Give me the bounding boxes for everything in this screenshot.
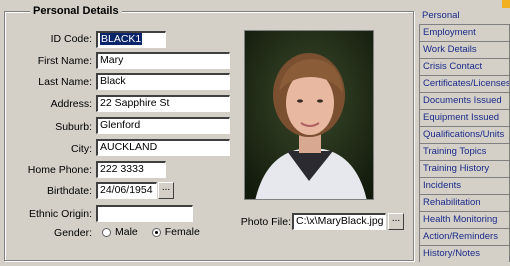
ethnic-origin-label: Ethnic Origin: — [28, 208, 92, 220]
gender-male-radio[interactable]: Male — [102, 226, 138, 238]
employee-photo — [244, 30, 374, 200]
tab-history-notes[interactable]: History/Notes — [419, 245, 510, 262]
tab-personal[interactable]: Personal — [419, 8, 510, 24]
tab-qualifications-units[interactable]: Qualifications/Units — [419, 126, 510, 143]
home-phone-label: Home Phone: — [27, 164, 92, 176]
first-name-field[interactable]: Mary — [96, 52, 230, 69]
radio-on-icon — [151, 227, 161, 237]
tab-documents-issued[interactable]: Documents Issued — [419, 92, 510, 109]
ethnic-origin-field[interactable] — [96, 205, 193, 222]
first-name-label: First Name: — [37, 55, 92, 67]
tab-incidents[interactable]: Incidents — [419, 177, 510, 194]
tab-certificates-licenses[interactable]: Certificates/Licenses — [419, 75, 510, 92]
tab-employment[interactable]: Employment — [419, 24, 510, 41]
photo-browse-button[interactable]: ... — [388, 213, 404, 230]
birthdate-picker-button[interactable]: ... — [158, 182, 174, 199]
portrait-image — [245, 31, 373, 199]
id-code-field[interactable]: BLACK1 — [96, 31, 166, 48]
tab-training-topics[interactable]: Training Topics — [419, 143, 510, 160]
tab-training-history[interactable]: Training History — [419, 160, 510, 177]
photo-file-field[interactable]: C:\x\MaryBlack.jpg — [292, 213, 386, 230]
gender-label: Gender: — [54, 227, 92, 239]
suburb-field[interactable]: Glenford — [96, 117, 230, 134]
tab-rehabilitation[interactable]: Rehabilitation — [419, 194, 510, 211]
tab-list: Personal Employment Work Details Crisis … — [419, 8, 510, 262]
gender-radio-group: Male Female — [102, 226, 200, 238]
window-corner-accent — [502, 0, 510, 8]
city-field[interactable]: AUCKLAND — [96, 139, 230, 156]
address-label: Address: — [50, 98, 92, 110]
suburb-label: Suburb: — [55, 121, 92, 133]
tab-action-reminders[interactable]: Action/Reminders — [419, 228, 510, 245]
id-code-label: ID Code: — [50, 33, 92, 45]
tab-equipment-issued[interactable]: Equipment Issued — [419, 109, 510, 126]
tab-work-details[interactable]: Work Details — [419, 41, 510, 58]
birthdate-label: Birthdate: — [47, 185, 92, 197]
last-name-label: Last Name: — [38, 76, 92, 88]
city-label: City: — [71, 143, 92, 155]
section-title: Personal Details — [30, 5, 122, 17]
tab-health-monitoring[interactable]: Health Monitoring — [419, 211, 510, 228]
photo-file-label: Photo File: — [240, 216, 291, 228]
tab-crisis-contact[interactable]: Crisis Contact — [419, 58, 510, 75]
address-field[interactable]: 22 Sapphire St — [96, 95, 230, 112]
radio-off-icon — [102, 227, 111, 237]
home-phone-field[interactable]: 222 3333 — [96, 161, 166, 178]
last-name-field[interactable]: Black — [96, 73, 230, 90]
birthdate-field[interactable]: 24/06/1954 — [96, 182, 157, 199]
gender-female-radio[interactable]: Female — [151, 226, 200, 238]
